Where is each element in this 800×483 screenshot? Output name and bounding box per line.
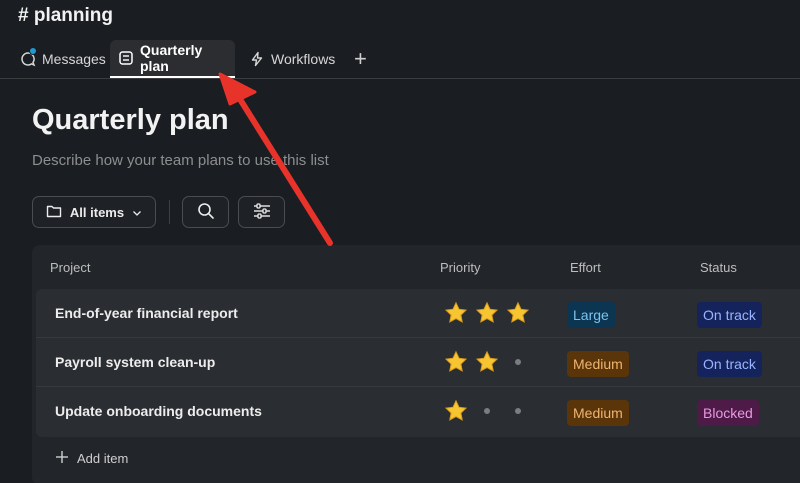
empty-rating-dot [484, 408, 490, 414]
tab-workflows[interactable]: Workflows [241, 40, 343, 78]
star-icon [444, 301, 468, 325]
add-item-label: Add item [77, 451, 129, 466]
tab-label: Workflows [271, 51, 336, 67]
status-tag[interactable]: On track [697, 302, 762, 328]
lightning-icon [249, 51, 265, 67]
folder-icon [46, 204, 62, 221]
column-header-effort[interactable]: Effort [570, 260, 601, 275]
table-row[interactable]: End-of-year financial report Large On tr… [36, 289, 800, 338]
tab-quarterly-plan[interactable]: Quarterly plan [110, 40, 235, 78]
table-body: End-of-year financial report Large On tr… [36, 289, 800, 437]
list-icon [118, 50, 134, 66]
star-icon [506, 301, 530, 325]
project-cell[interactable]: Update onboarding documents [55, 403, 262, 419]
column-header-priority[interactable]: Priority [440, 260, 480, 275]
toolbar-divider [169, 200, 170, 224]
search-icon [197, 202, 215, 223]
tab-label: Quarterly plan [140, 42, 203, 74]
tab-messages[interactable]: Messages [12, 40, 114, 78]
status-tag[interactable]: On track [697, 351, 762, 377]
page-description[interactable]: Describe how your team plans to use this… [32, 152, 329, 169]
plus-icon: + [354, 46, 367, 71]
page-title: Quarterly plan [32, 104, 229, 136]
project-cell[interactable]: Payroll system clean-up [55, 354, 215, 370]
effort-tag[interactable]: Large [567, 302, 615, 328]
channel-title[interactable]: # planning [18, 5, 113, 27]
priority-rating[interactable] [440, 350, 530, 376]
notification-badge [29, 47, 37, 55]
tab-label: Messages [42, 51, 106, 67]
project-cell[interactable]: End-of-year financial report [55, 305, 238, 321]
star-icon [444, 399, 468, 423]
plus-icon [55, 450, 69, 467]
star-icon [475, 350, 499, 374]
empty-rating-dot [515, 359, 521, 365]
effort-tag[interactable]: Medium [567, 351, 629, 377]
sliders-icon [253, 202, 271, 222]
column-header-project[interactable]: Project [50, 260, 90, 275]
priority-rating[interactable] [440, 301, 530, 327]
add-tab-button[interactable]: + [346, 40, 375, 78]
empty-rating-dot [515, 408, 521, 414]
table-row[interactable]: Payroll system clean-up Medium On track [36, 338, 800, 387]
view-selector-label: All items [69, 204, 125, 220]
chevron-down-icon [132, 205, 142, 220]
column-header-status[interactable]: Status [700, 260, 737, 275]
chat-bubble-icon [20, 47, 37, 67]
effort-tag[interactable]: Medium [567, 400, 629, 426]
search-button[interactable] [182, 196, 229, 228]
tab-bar: Messages Quarterly plan Workflows + [0, 40, 800, 79]
star-icon [475, 301, 499, 325]
priority-rating[interactable] [440, 399, 530, 425]
table-row[interactable]: Update onboarding documents Medium Block… [36, 387, 800, 436]
view-selector-button[interactable]: All items [32, 196, 156, 228]
star-icon [444, 350, 468, 374]
filter-button[interactable] [238, 196, 285, 228]
add-item-button[interactable]: Add item [55, 450, 128, 467]
status-tag[interactable]: Blocked [697, 400, 759, 426]
